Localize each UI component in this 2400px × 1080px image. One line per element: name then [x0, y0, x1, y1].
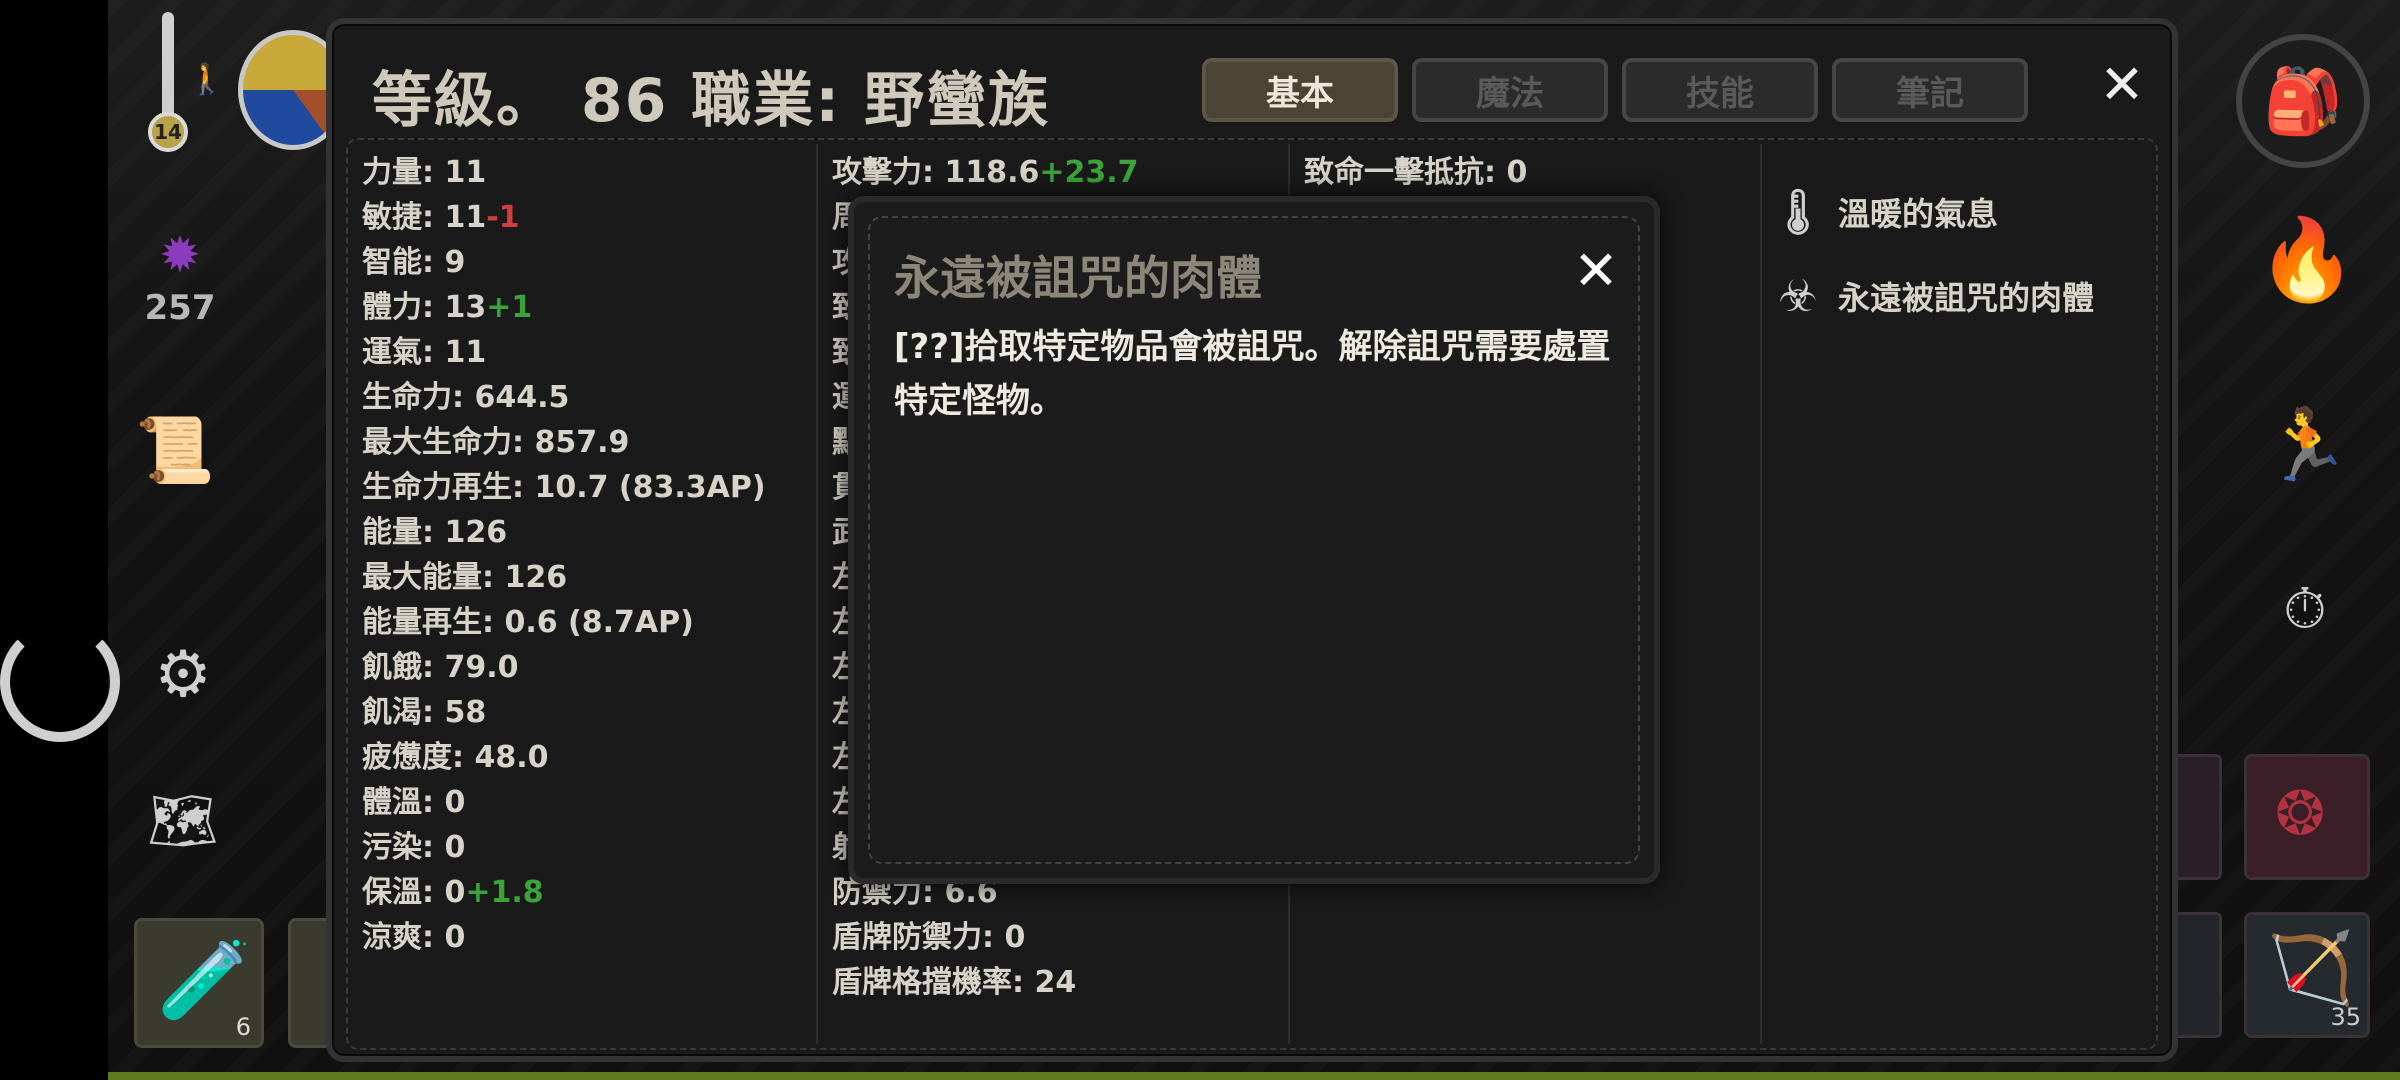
- stat-row: 最大能量: 126: [362, 555, 766, 600]
- stat-modifier: +23.7: [1039, 155, 1139, 190]
- quick-slot-right-2[interactable]: 🏹 35: [2244, 912, 2370, 1038]
- stat-row: 污染: 0: [362, 825, 766, 870]
- stat-row: 飢渴: 58: [362, 690, 766, 735]
- popup-frame: [868, 216, 1640, 864]
- effect-item[interactable]: ☣ 永遠被詛咒的肉體: [1776, 254, 2094, 338]
- stat-label: 最大能量: 126: [362, 560, 568, 595]
- quick-slot-1[interactable]: 🧪 6: [134, 918, 264, 1048]
- popup-title: 永遠被詛咒的肉體: [894, 251, 1262, 305]
- stat-row: 盾牌格擋機率: 24: [832, 960, 1139, 1005]
- stat-label: 敏捷: 11: [362, 200, 487, 235]
- thermometer-tube: [162, 12, 174, 122]
- effect-label: 溫暖的氣息: [1838, 195, 1999, 233]
- stat-label: 能量: 126: [362, 515, 508, 550]
- bow-icon: 🏹: [2267, 927, 2355, 1009]
- close-icon[interactable]: ✕: [1566, 239, 1626, 302]
- stat-row: 盾牌防禦力: 0: [832, 915, 1139, 960]
- backpack-icon[interactable]: 🎒: [2236, 34, 2370, 168]
- effect-detail-popup: 永遠被詛咒的肉體 ✕ [??]拾取特定物品會被詛咒。解除詛咒需要處置特定怪物。: [848, 196, 1660, 884]
- gear-icon[interactable]: ⚙: [148, 638, 218, 712]
- stat-row: 力量: 11: [362, 150, 766, 195]
- stat-row: 運氣: 11: [362, 330, 766, 375]
- stat-label: 力量: 11: [362, 155, 487, 190]
- stat-label: 運氣: 11: [362, 335, 487, 370]
- sneak-icon[interactable]: 🏃: [2262, 400, 2352, 490]
- timer-icon[interactable]: ⏱: [2270, 575, 2340, 645]
- quest-scroll-icon[interactable]: 📜: [130, 410, 220, 490]
- popup-description: [??]拾取特定物品會被詛咒。解除詛咒需要處置特定怪物。: [894, 327, 1611, 421]
- effect-item[interactable]: 🌡 溫暖的氣息: [1770, 170, 2094, 254]
- stat-modifier: -1: [486, 200, 520, 235]
- stat-label: 盾牌防禦力: 0: [832, 920, 1026, 955]
- thermometer-value: 14: [148, 112, 188, 152]
- close-icon[interactable]: ✕: [2092, 53, 2152, 116]
- tab-basic[interactable]: 基本: [1202, 58, 1398, 122]
- stat-label: 生命力再生: 10.7 (83.3AP): [362, 470, 766, 505]
- stat-label: 盾牌格擋機率: 24: [832, 965, 1077, 1000]
- stat-row: 致命一擊抵抗: 0: [1304, 150, 1581, 195]
- stat-label: 智能: 9: [362, 245, 466, 280]
- slot-quantity: 6: [235, 1013, 251, 1041]
- fire-icon[interactable]: 🔥: [2257, 210, 2357, 310]
- stat-row: 生命力再生: 10.7 (83.3AP): [362, 465, 766, 510]
- stat-label: 致命一擊抵抗: 0: [1304, 155, 1528, 190]
- potion-icon: 🧪: [157, 935, 252, 1024]
- stat-row: 體溫: 0: [362, 780, 766, 825]
- stat-label: 能量再生: 0.6 (8.7AP): [362, 605, 694, 640]
- stat-label: 污染: 0: [362, 830, 466, 865]
- column-divider: [816, 144, 818, 1044]
- stat-label: 體溫: 0: [362, 785, 466, 820]
- stats-column-1: 力量: 11 敏捷: 11-1 智能: 9 體力: 13+1 運氣: 11 生命力: 64…: [362, 150, 766, 960]
- stat-row: 最大生命力: 857.9: [362, 420, 766, 465]
- panel-title: 等級。 86 職業: 野蠻族: [372, 66, 1051, 136]
- stat-row: 敏捷: 11-1: [362, 195, 766, 240]
- stat-label: 體力: 13: [362, 290, 487, 325]
- tab-notes[interactable]: 筆記: [1832, 58, 2028, 122]
- column-divider: [1760, 144, 1762, 1044]
- stat-label: 攻擊力: 118.6: [832, 155, 1040, 190]
- curse-count: 257: [144, 288, 216, 328]
- rune-icon: ❂: [2275, 779, 2326, 849]
- map-icon[interactable]: 🗺: [147, 786, 218, 856]
- stat-label: 飢渴: 58: [362, 695, 487, 730]
- stat-row: 能量再生: 0.6 (8.7AP): [362, 600, 766, 645]
- curse-icon[interactable]: ✹: [150, 225, 210, 285]
- cursed-body-icon: ☣: [1778, 270, 1818, 322]
- stat-row: 疲憊度: 48.0: [362, 735, 766, 780]
- stat-row: 能量: 126: [362, 510, 766, 555]
- stat-modifier: +1: [486, 290, 533, 325]
- action-ring-icon[interactable]: [0, 622, 120, 742]
- quick-slot-right-1[interactable]: ❂: [2244, 754, 2370, 880]
- effects-list: 🌡 溫暖的氣息 ☣ 永遠被詛咒的肉體: [1770, 170, 2094, 338]
- stat-label: 保溫: 0: [362, 875, 466, 910]
- stat-row: 保溫: 0+1.8: [362, 870, 766, 915]
- stat-row: 生命力: 644.5: [362, 375, 766, 420]
- slot-quantity: 35: [2330, 1003, 2361, 1031]
- stat-row: 體力: 13+1: [362, 285, 766, 330]
- experience-bar: [108, 1072, 2400, 1080]
- stat-row: 涼爽: 0: [362, 915, 766, 960]
- effect-label: 永遠被詛咒的肉體: [1838, 279, 2095, 317]
- person-icon: 🚶: [188, 62, 226, 97]
- thermometer-icon[interactable]: 14: [148, 12, 188, 152]
- stat-label: 生命力: 644.5: [362, 380, 570, 415]
- stat-row: 飢餓: 79.0: [362, 645, 766, 690]
- stat-row: 智能: 9: [362, 240, 766, 285]
- stat-label: 最大生命力: 857.9: [362, 425, 630, 460]
- thermometer-up-icon: 🌡: [1770, 187, 1826, 238]
- tab-bar: 基本 魔法 技能 筆記: [1202, 58, 2028, 122]
- stat-label: 飢餓: 79.0: [362, 650, 519, 685]
- stat-modifier: +1.8: [465, 875, 544, 910]
- stat-label: 疲憊度: 48.0: [362, 740, 549, 775]
- tab-skills[interactable]: 技能: [1622, 58, 1818, 122]
- stat-label: 涼爽: 0: [362, 920, 466, 955]
- tab-magic[interactable]: 魔法: [1412, 58, 1608, 122]
- stat-row: 攻擊力: 118.6+23.7: [832, 150, 1139, 195]
